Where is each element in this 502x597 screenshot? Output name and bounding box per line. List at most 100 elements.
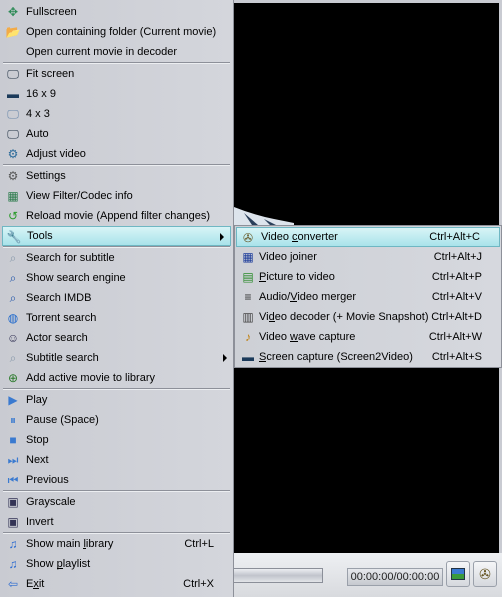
menu-item-video-decoder-movie-snapshot[interactable]: ▥ Video decoder (+ Movie Snapshot) Ctrl+Al… [235, 307, 501, 327]
menu-item-label: Torrent search [26, 312, 97, 324]
monitor-icon: 🖵 [7, 107, 19, 121]
menu-item-label: Add active movie to library [26, 372, 155, 384]
wave-capture-icon: ♪ [245, 330, 251, 344]
menu-item-16-x-9[interactable]: ▬ 16 x 9 [0, 84, 233, 104]
menu-item-label: Subtitle search [26, 352, 99, 364]
menu-item-label: Actor search [26, 332, 88, 344]
menu-item-search-imdb[interactable]: ⌕ Search IMDB [0, 288, 233, 308]
menu-item-label: Fullscreen [26, 6, 77, 18]
menu-item-previous[interactable]: ⏮ Previous [0, 470, 233, 490]
menu-item-exit[interactable]: ⇦ Exit Ctrl+X [0, 574, 233, 594]
next-icon: ⏭ [7, 453, 19, 467]
menu-item-torrent-search[interactable]: ◍ Torrent search [0, 308, 233, 328]
previous-icon: ⏮ [7, 473, 19, 487]
menu-item-open-current-movie-in-decoder[interactable]: Open current movie in decoder [0, 42, 233, 62]
menu-item-audio-video-merger[interactable]: ≡ Audio/Video merger Ctrl+Alt+V [235, 287, 501, 307]
menu-item-next[interactable]: ⏭ Next [0, 450, 233, 470]
menu-item-label: View Filter/Codec info [26, 190, 133, 202]
menu-item-label: Settings [26, 170, 66, 182]
menu-item-video-converter[interactable]: ✇ Video converter Ctrl+Alt+C [236, 227, 500, 247]
shortcut-label: Ctrl+Alt+P [431, 271, 482, 283]
menu-item-add-active-movie-to-library[interactable]: ⊕ Add active movie to library [0, 368, 233, 388]
imdb-icon: ⌕ [9, 291, 17, 305]
menu-item-open-containing-folder-current-movie[interactable]: 📂 Open containing folder (Current movie) [0, 22, 233, 42]
mnemonic-underline [268, 321, 275, 322]
folder-icon: 📂 [5, 25, 21, 39]
menu-item-search-for-subtitle[interactable]: ⌕ Search for subtitle [0, 248, 233, 268]
menu-item-show-search-engine[interactable]: ⌕ Show search engine [0, 268, 233, 288]
clapper-icon: ▥ [242, 310, 254, 324]
screen-capture-icon: ▬ [242, 350, 254, 364]
widescreen-icon: ▬ [7, 87, 19, 101]
add-library-icon: ⊕ [7, 371, 19, 385]
context-menu: ✥ Fullscreen 📂 Open containing folder (Curr… [0, 0, 234, 597]
menu-item-4-x-3[interactable]: 🖵 4 x 3 [0, 104, 233, 124]
subtitle-search-icon: ⌕ [9, 251, 17, 265]
menu-item-label: Open current movie in decoder [26, 46, 178, 58]
menu-item-adjust-video[interactable]: ⚙ Adjust video [0, 144, 233, 164]
menu-item-fit-screen[interactable]: 🖵 Fit screen [0, 64, 233, 84]
menu-item-label: Show main library [26, 538, 114, 550]
menu-item-tools[interactable]: 🔧 Tools [2, 226, 231, 246]
menu-item-label: Audio/Video merger [259, 291, 357, 303]
menu-item-video-wave-capture[interactable]: ♪ Video wave capture Ctrl+Alt+W [235, 327, 501, 347]
video-converter-button[interactable]: ✇ [473, 561, 497, 587]
grayscale-icon: ▣ [7, 495, 19, 509]
menu-item-label: Picture to video [259, 271, 335, 283]
menu-item-reload-movie-append-filter-changes[interactable]: ↺ Reload movie (Append filter changes) [0, 206, 233, 226]
library-icon: ♫ [8, 537, 18, 551]
globe-icon: ◍ [7, 311, 19, 325]
menu-item-play[interactable]: ▶ Play [0, 390, 233, 410]
tools-icon: 🔧 [6, 230, 22, 244]
menu-item-label: Previous [26, 474, 69, 486]
time-display: 00:00:00/00:00:00 [347, 568, 443, 586]
shortcut-label: Ctrl+Alt+W [428, 331, 482, 343]
menu-item-show-playlist[interactable]: ♫ Show playlist [0, 554, 233, 574]
menu-item-picture-to-video[interactable]: ▤ Picture to video Ctrl+Alt+P [235, 267, 501, 287]
playlist-icon: ♫ [8, 557, 18, 571]
menu-item-invert[interactable]: ▣ Invert [0, 512, 233, 532]
filter-info-icon: ▦ [7, 189, 19, 203]
video-frame-fragment [234, 207, 294, 225]
picture-icon [451, 568, 465, 580]
menu-item-label: Video converter [261, 231, 338, 243]
menu-item-pause-space[interactable]: ⏸ Pause (Space) [0, 410, 233, 430]
menu-item-label: Grayscale [26, 496, 76, 508]
menu-item-label: Next [26, 454, 49, 466]
menu-item-subtitle-search[interactable]: ⌕ Subtitle search [0, 348, 233, 368]
menu-item-show-main-library[interactable]: ♫ Show main library Ctrl+L [0, 534, 233, 554]
mnemonic-underline [291, 241, 298, 242]
mnemonic-underline [56, 568, 63, 569]
submenu-arrow-icon [223, 354, 227, 362]
menu-item-label: Adjust video [26, 148, 86, 160]
invert-icon: ▣ [7, 515, 19, 529]
picture-add-icon: ▤ [242, 270, 254, 284]
mnemonic-underline [259, 281, 267, 282]
search-engine-icon: ⌕ [9, 271, 17, 285]
menu-item-view-filter-codec-info[interactable]: ▦ View Filter/Codec info [0, 186, 233, 206]
merger-icon: ≡ [244, 290, 252, 304]
menu-item-actor-search[interactable]: ☺ Actor search [0, 328, 233, 348]
shortcut-label: Ctrl+X [183, 578, 214, 590]
menu-item-screen-capture-screen2video[interactable]: ▬ Screen capture (Screen2Video) Ctrl+Alt+S [235, 347, 501, 367]
actor-icon: ☺ [6, 331, 20, 345]
menu-item-label: Pause (Space) [26, 414, 99, 426]
menu-item-label: Video wave capture [259, 331, 356, 343]
menu-item-grayscale[interactable]: ▣ Grayscale [0, 492, 233, 512]
menu-item-label: Invert [26, 516, 54, 528]
menu-item-stop[interactable]: ■ Stop [0, 430, 233, 450]
seek-bar[interactable] [230, 568, 323, 583]
snapshot-button[interactable] [446, 561, 470, 587]
menu-item-label: Fit screen [26, 68, 75, 80]
pause-icon: ⏸ [9, 413, 16, 427]
exit-icon: ⇦ [7, 577, 19, 591]
menu-item-fullscreen[interactable]: ✥ Fullscreen [0, 2, 233, 22]
film-reel-icon: ✇ [242, 231, 254, 245]
menu-item-auto[interactable]: 🖵 Auto [0, 124, 233, 144]
mnemonic-underline [33, 588, 39, 589]
menu-item-settings[interactable]: ⚙ Settings [0, 166, 233, 186]
play-icon: ▶ [8, 393, 18, 407]
menu-item-label: Show search engine [26, 272, 126, 284]
menu-item-label: Screen capture (Screen2Video) [259, 351, 413, 363]
menu-item-video-joiner[interactable]: ▦ Video joiner Ctrl+Alt+J [235, 247, 501, 267]
